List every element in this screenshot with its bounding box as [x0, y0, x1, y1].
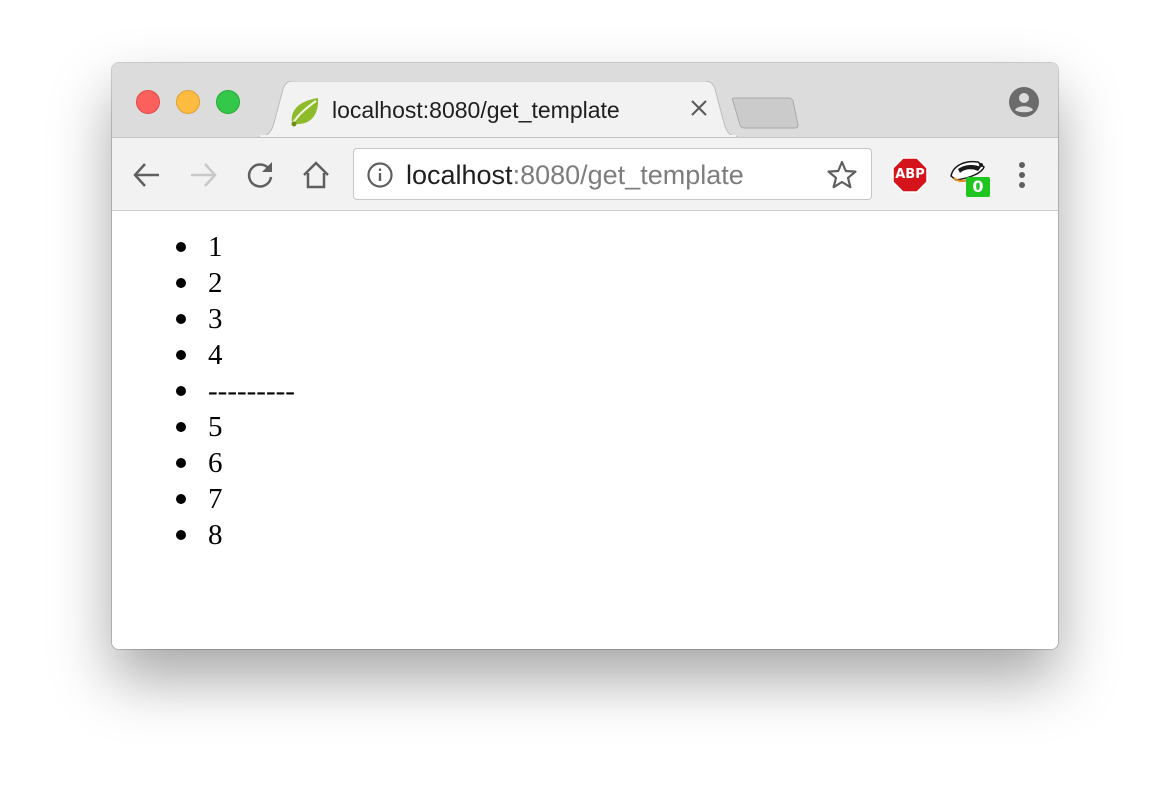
- profile-icon[interactable]: [1008, 86, 1040, 118]
- bullet-icon: [176, 314, 186, 324]
- list-item-text: 4: [208, 339, 223, 371]
- url-text[interactable]: localhost:8080/get_template: [406, 160, 744, 191]
- reload-icon[interactable]: [243, 158, 277, 192]
- adblock-plus-extension[interactable]: ABP: [892, 157, 928, 193]
- close-tab-icon[interactable]: [686, 95, 712, 121]
- address-bar[interactable]: localhost:8080/get_template: [353, 148, 872, 200]
- page-content: 1 2 3 4 --------- 5 6 7 8: [112, 211, 1058, 649]
- list-item-text: 7: [208, 483, 223, 515]
- list-item: 6: [174, 445, 295, 481]
- list-item-text: 3: [208, 303, 223, 335]
- list-item: 1: [174, 229, 295, 265]
- list-item-text: 2: [208, 267, 223, 299]
- list-item-text: ---------: [208, 375, 295, 407]
- minimize-window-button[interactable]: [176, 90, 200, 114]
- home-icon[interactable]: [299, 158, 333, 192]
- forward-arrow-icon[interactable]: [186, 158, 220, 192]
- list-item: 4: [174, 337, 295, 373]
- bullet-icon: [176, 350, 186, 360]
- list-item-text: 8: [208, 519, 223, 551]
- privacy-badger-extension[interactable]: 0: [948, 156, 994, 198]
- close-window-button[interactable]: [136, 90, 160, 114]
- back-arrow-icon[interactable]: [130, 158, 164, 192]
- bullet-icon: [176, 494, 186, 504]
- spring-leaf-icon: [291, 98, 319, 127]
- url-host: localhost: [406, 160, 513, 190]
- list-item-text: 6: [208, 447, 223, 479]
- badger-count-badge: 0: [966, 177, 990, 197]
- list-item: 7: [174, 481, 295, 517]
- bullet-icon: [176, 422, 186, 432]
- info-icon[interactable]: [366, 161, 394, 189]
- list-item: 5: [174, 409, 295, 445]
- tab-active[interactable]: localhost:8080/get_template: [258, 81, 738, 137]
- adblock-label: ABP: [895, 167, 925, 182]
- new-tab-button[interactable]: [732, 97, 800, 129]
- bullet-icon: [176, 278, 186, 288]
- list-item-text: 5: [208, 411, 223, 443]
- list-item-text: 1: [208, 231, 223, 263]
- list-item: 8: [174, 517, 295, 553]
- bullet-icon: [176, 242, 186, 252]
- bookmark-star-icon[interactable]: [826, 159, 858, 191]
- bullet-icon: [176, 458, 186, 468]
- list-item: 3: [174, 301, 295, 337]
- browser-window: localhost:8080/get_template localhost:80…: [112, 63, 1058, 649]
- tab-title: localhost:8080/get_template: [332, 97, 620, 123]
- bullet-list: 1 2 3 4 --------- 5 6 7 8: [174, 229, 295, 553]
- bullet-icon: [176, 530, 186, 540]
- list-item: 2: [174, 265, 295, 301]
- more-menu-icon[interactable]: [1010, 158, 1034, 192]
- bullet-icon: [176, 386, 186, 396]
- maximize-window-button[interactable]: [216, 90, 240, 114]
- browser-toolbar: localhost:8080/get_template ABP 0: [112, 137, 1058, 211]
- list-item-separator: ---------: [174, 373, 295, 409]
- title-bar: localhost:8080/get_template: [112, 63, 1058, 137]
- url-path: :8080/get_template: [512, 160, 744, 190]
